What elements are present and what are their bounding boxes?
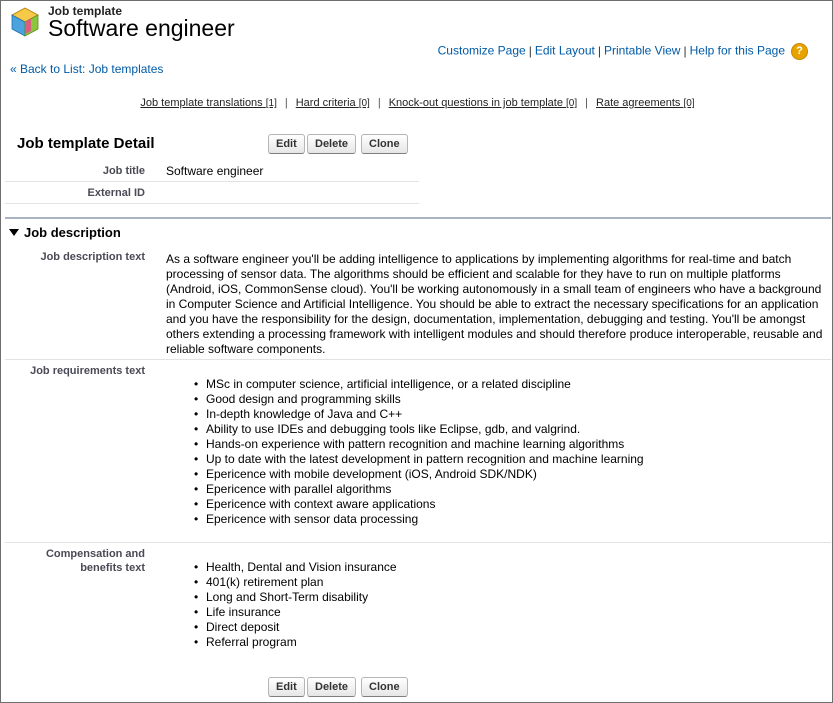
help-icon[interactable]: ? [791,43,808,60]
clone-button-bottom[interactable]: Clone [361,677,408,697]
list-item: Direct deposit [191,620,397,635]
related-count: [0] [566,98,578,109]
related-link-translations[interactable]: Job template translations [1] [140,97,276,109]
related-link-label: Job template translations [140,97,263,109]
related-count: [1] [265,98,277,109]
section-title: Job description [24,225,121,240]
edit-layout-link[interactable]: Edit Layout [535,44,595,58]
job-description-value: As a software engineer you'll be adding … [166,252,823,356]
list-item: Up to date with the latest development i… [191,452,644,467]
link-separator: | [585,97,589,109]
list-item: Referral program [191,635,397,650]
job-template-object-icon [11,7,39,37]
list-item: Epericence with sensor data processing [191,512,644,527]
section-rule [5,217,831,219]
list-item: Ability to use IDEs and debugging tools … [191,422,644,437]
external-id-label: External ID [87,187,145,199]
section-header-job-description[interactable]: Job description [9,225,121,240]
list-item: MSc in computer science, artificial inte… [191,377,644,392]
edit-button-bottom[interactable]: Edit [268,677,305,697]
link-separator: | [683,43,687,58]
list-item: 401(k) retirement plan [191,575,397,590]
related-count: [0] [683,98,695,109]
related-link-hard-criteria[interactable]: Hard criteria [0] [296,97,370,109]
related-count: [0] [358,98,370,109]
job-title-label: Job title [102,165,145,177]
clone-button[interactable]: Clone [361,134,408,154]
job-requirements-list: MSc in computer science, artificial inte… [191,377,644,527]
edit-button[interactable]: Edit [268,134,305,154]
page-title: Software engineer [48,15,235,41]
page-links: Customize Page | Edit Layout | Printable Vie… [438,43,808,60]
compensation-label-line1: Compensation and [45,548,145,560]
related-link-label: Knock-out questions in job template [388,97,563,109]
link-separator: | [377,97,381,109]
help-link[interactable]: Help for this Page [690,44,785,58]
list-item: Hands-on experience with pattern recogni… [191,437,644,452]
related-link-label: Hard criteria [295,97,356,109]
link-separator: | [597,43,601,58]
list-item: Life insurance [191,605,397,620]
delete-button[interactable]: Delete [307,134,357,154]
job-requirements-label: Job requirements text [30,365,145,377]
link-separator: | [528,43,532,58]
list-item: Health, Dental and Vision insurance [191,560,397,575]
collapse-triangle-icon[interactable] [9,229,19,236]
link-separator: | [284,97,288,109]
field-divider [5,359,831,360]
back-to-list-link[interactable]: « Back to List: Job templates [10,62,163,76]
detail-heading: Job template Detail [17,135,155,152]
printable-view-link[interactable]: Printable View [604,44,681,58]
list-item: In-depth knowledge of Java and C++ [191,407,644,422]
field-divider [5,542,831,543]
benefits-list: Health, Dental and Vision insurance 401(… [191,560,397,650]
field-divider [5,181,419,182]
compensation-label-line2: benefits text [80,562,145,574]
customize-page-link[interactable]: Customize Page [438,44,526,58]
delete-button-bottom[interactable]: Delete [307,677,357,697]
list-item: Epericence with context aware applicatio… [191,497,644,512]
job-title-value: Software engineer [166,164,264,178]
related-link-knockout-questions[interactable]: Knock-out questions in job template [0] [389,97,577,109]
job-description-label: Job description text [40,251,145,263]
list-item: Long and Short-Term disability [191,590,397,605]
list-item: Epericence with mobile development (iOS,… [191,467,644,482]
list-item: Good design and programming skills [191,392,644,407]
related-link-rate-agreements[interactable]: Rate agreements [0] [596,97,695,109]
list-item: Epericence with parallel algorithms [191,482,644,497]
related-list-links: Job template translations [1] | Hard crite… [1,97,833,109]
field-divider [5,203,419,204]
related-link-label: Rate agreements [596,97,681,109]
